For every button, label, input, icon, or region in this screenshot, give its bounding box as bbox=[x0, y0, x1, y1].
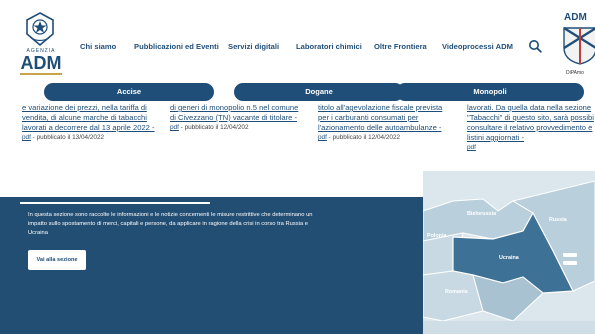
news-pdf-link[interactable]: pdf bbox=[318, 134, 327, 141]
news-item-text[interactable]: e variazione dei prezzi, nella tariffa d… bbox=[22, 103, 155, 132]
tab-crisi-russia-ucraina[interactable]: Speciale crisi Russia - Ucraina bbox=[20, 184, 210, 204]
news-item: di generi di monopolio n.5 nel comune di… bbox=[170, 103, 318, 133]
news-pdf-link[interactable]: pdf bbox=[170, 124, 179, 131]
adm-crest: ADM DiPAmo bbox=[560, 12, 595, 76]
crest-text: ADM bbox=[564, 12, 587, 23]
news-pdf-link[interactable]: pdf bbox=[467, 144, 476, 151]
tab-monopoli[interactable]: Monopoli bbox=[396, 83, 584, 101]
nav-oltre-frontiera[interactable]: Oltre Frontiera bbox=[374, 42, 427, 51]
map-label-russia: Russia bbox=[549, 217, 567, 223]
news-item: e variazione dei prezzi, nella tariffa d… bbox=[22, 103, 170, 143]
news-row: e variazione dei prezzi, nella tariffa d… bbox=[0, 103, 595, 153]
go-to-section-button[interactable]: Vai alla sezione bbox=[28, 250, 86, 270]
map-label-romania: Romania bbox=[445, 289, 468, 295]
news-pdf-link[interactable]: pdf bbox=[22, 134, 31, 141]
nav-laboratori-chimici[interactable]: Laboratori chimici bbox=[296, 42, 362, 51]
tab-dogane[interactable]: Dogane bbox=[234, 83, 404, 101]
map-label-ucraina: Ucraina bbox=[499, 255, 519, 261]
tab-accise[interactable]: Accise bbox=[44, 83, 214, 101]
page: AGENZIA ADM Chi siamo Pubblicazioni ed E… bbox=[0, 0, 595, 334]
crest-caption: DiPAmo bbox=[566, 70, 584, 76]
map-label-polonia: Polonia bbox=[427, 233, 447, 239]
news-published-date: - pubblicato il 12/04/202 bbox=[180, 124, 249, 131]
section-tabs: Accise Dogane Monopoli bbox=[44, 83, 584, 101]
special-tabs: Speciale crisi Russia - Ucraina Speciale… bbox=[20, 184, 410, 204]
crest-shield-icon bbox=[563, 26, 595, 65]
logo-underline bbox=[20, 73, 62, 75]
ukraine-map: Bielorussia Russia Polonia Ucraina Roman… bbox=[423, 171, 595, 334]
news-item-text[interactable]: titolo all'agevolazione fiscale prevista… bbox=[318, 103, 442, 132]
news-item-text[interactable]: lavorati. Da quella data nella sezione "… bbox=[467, 103, 594, 142]
nav-pubblicazioni[interactable]: Pubblicazioni ed Eventi bbox=[134, 42, 219, 51]
nav-chi-siamo[interactable]: Chi siamo bbox=[80, 42, 116, 51]
italian-emblem-icon bbox=[26, 12, 54, 46]
special-description: In questa sezione sono raccolte le infor… bbox=[28, 212, 313, 236]
news-item-text[interactable]: di generi di monopolio n.5 nel comune di… bbox=[170, 103, 298, 122]
map-label-bielorussia: Bielorussia bbox=[467, 211, 497, 217]
news-published-date: - pubblicato il 13/04/2022 bbox=[32, 134, 105, 141]
logo-text: ADM bbox=[20, 53, 62, 73]
nav-servizi-digitali[interactable]: Servizi digitali bbox=[228, 42, 279, 51]
news-item: lavorati. Da quella data nella sezione "… bbox=[467, 103, 595, 153]
adm-logo[interactable]: AGENZIA ADM bbox=[18, 12, 64, 75]
news-published-date: - pubblicato il 12/04/2022 bbox=[328, 134, 401, 141]
map-shapes bbox=[423, 171, 595, 334]
tab-covid-19[interactable]: Speciale Covid-19 bbox=[220, 184, 410, 204]
news-item: titolo all'agevolazione fiscale prevista… bbox=[318, 103, 466, 143]
site-header: AGENZIA ADM Chi siamo Pubblicazioni ed E… bbox=[0, 0, 595, 80]
nav-videoprocessi[interactable]: Videoprocessi ADM bbox=[442, 42, 513, 51]
search-icon[interactable] bbox=[528, 39, 542, 53]
